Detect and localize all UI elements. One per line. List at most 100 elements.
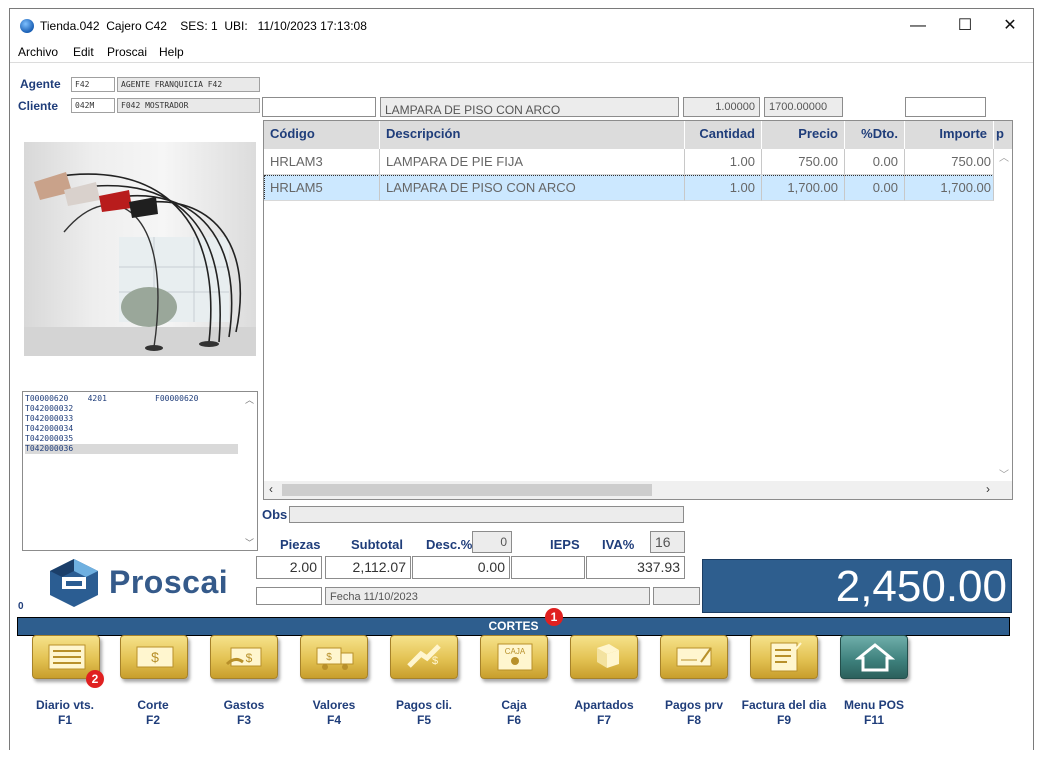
scroll-up-arrow-icon[interactable]: ︿ [245,393,254,406]
toolbar-label: Corte [137,698,169,712]
table-cell-descripcion[interactable]: LAMPARA DE PIE FIJA [380,149,685,175]
table-cell-importe[interactable]: 750.00 [905,149,994,175]
expense-icon: $ [225,647,262,667]
column-header-precio[interactable]: Precio [762,121,845,149]
item-code-input[interactable] [262,97,376,117]
floor-lamps-photo [24,172,256,356]
table-horizontal-scrollbar[interactable]: ‹ › [264,481,1012,499]
table-cell-dto[interactable]: 0.00 [845,149,905,175]
maximize-button[interactable]: ☐ [942,13,988,39]
cliente-code-field[interactable]: 042M [71,98,115,113]
pagos-prv-button[interactable] [660,635,728,679]
agente-code-field[interactable]: F42 [71,77,115,92]
gastos-button[interactable]: $ [210,635,278,679]
blank-field[interactable] [256,587,322,605]
invoice-icon [770,642,802,672]
iva-percent-field[interactable]: 16 [650,531,685,553]
table-cell-descripcion[interactable]: LAMPARA DE PISO CON ARCO [380,175,685,201]
column-header-codigo[interactable]: Código [264,121,380,149]
table-cell-cantidad[interactable]: 1.00 [685,175,762,201]
column-header-p[interactable]: p [994,121,1012,149]
menu-bar: Archivo Edit Proscai Help [10,42,1033,62]
column-header-descripcion[interactable]: Descripción [380,121,685,149]
subtotal-label: Subtotal [351,537,403,552]
ticket-list[interactable]: T00000620 4201 F00000620 T042000032 T042… [22,391,258,551]
cash-bill-icon: $ [136,646,174,668]
svg-text:$: $ [326,652,332,663]
toolbar-key: F11 [863,713,884,727]
factura-del-dia-label: Factura del dia F9 [739,698,829,728]
toolbar-key: F9 [776,713,791,727]
obs-field[interactable] [289,506,684,523]
counter-label: 0 [18,601,24,612]
menu-pos-button[interactable] [840,635,908,679]
column-header-cantidad[interactable]: Cantidad [685,121,762,149]
toolbar-key: F6 [506,713,521,727]
apartados-button[interactable] [570,635,638,679]
list-item-selected[interactable]: T042000036 [25,444,238,454]
cliente-name-field: F042 MOSTRADOR [117,98,260,113]
close-button[interactable]: ✕ [987,13,1033,39]
iva-label: IVA% [602,537,635,552]
cortes-section-bar: CORTES [17,617,1010,636]
valores-button[interactable]: $ [300,635,368,679]
minimize-button[interactable]: — [895,13,941,39]
pagos-cli-label: Pagos cli. F5 [379,698,469,728]
item-extra-input[interactable] [905,97,986,117]
svg-text:CAJA: CAJA [505,647,526,656]
menu-pos-label: Menu POS F11 [829,698,919,728]
menu-proscai[interactable]: Proscai [107,45,147,59]
scroll-down-arrow-icon[interactable]: ﹀ [999,466,1009,481]
diario-vts-label: Diario vts. F1 [20,698,110,728]
table-cell-codigo[interactable]: HRLAM3 [264,149,380,175]
horizontal-scroll-thumb[interactable] [282,484,652,496]
caja-button[interactable]: CAJA [480,635,548,679]
armored-truck-icon: $ [316,647,354,670]
svg-text:$: $ [151,649,159,665]
factura-del-dia-button[interactable] [750,635,818,679]
table-cell-precio[interactable]: 1,700.00 [762,175,845,201]
scroll-down-arrow-icon[interactable]: ﹀ [245,536,254,549]
toolbar-label: Pagos cli. [395,698,453,712]
item-quantity-field[interactable]: 1.00000 [683,97,760,117]
table-cell-cantidad[interactable]: 1.00 [685,149,762,175]
svg-text:$: $ [246,651,253,665]
table-cell-dto[interactable]: 0.00 [845,175,905,201]
sale-items-table: Código Descripción Cantidad Precio %Dto.… [263,120,1013,500]
table-cell-codigo[interactable]: HRLAM5 [264,175,380,201]
toolbar-label: Diario vts. [35,698,95,712]
toolbar-label: Valores [312,698,356,712]
ieps-label: IEPS [550,537,580,552]
scroll-right-arrow-icon[interactable]: › [986,482,990,496]
toolbar-label: Caja [501,698,527,712]
table-cell-importe[interactable]: 1,700.00 [905,175,994,201]
toolbar-key: F8 [686,713,701,727]
menu-help[interactable]: Help [159,45,184,59]
list-item[interactable]: T00000620 4201 F00000620 [25,394,238,404]
column-header-importe[interactable]: Importe [905,121,994,149]
list-item[interactable]: T042000034 [25,424,238,434]
journal-icon [48,644,86,670]
agente-label: Agente [20,77,61,91]
corte-button[interactable]: $ [120,635,188,679]
menu-archivo[interactable]: Archivo [18,45,58,59]
list-item[interactable]: T042000033 [25,414,238,424]
item-price-field[interactable]: 1700.00000 [764,97,843,117]
pagos-cli-button[interactable]: $ [390,635,458,679]
callout-badge-2: 2 [86,670,104,688]
table-vertical-scrollbar[interactable]: ︿ ﹀ [996,149,1012,481]
desc-percent-field[interactable]: 0 [472,531,512,553]
scroll-left-arrow-icon[interactable]: ‹ [269,482,273,496]
table-cell-precio[interactable]: 750.00 [762,149,845,175]
list-item[interactable]: T042000032 [25,404,238,414]
proscai-logo-icon [50,559,98,607]
toolbar-label: Menu POS [843,698,904,712]
toolbar-key: F2 [145,713,160,727]
pagos-prv-label: Pagos prv F8 [649,698,739,728]
list-item[interactable]: T042000035 [25,434,238,444]
title-bar: Tienda.042 Cajero C42 SES: 1 UBI: 11/10/… [10,9,1033,42]
scroll-up-arrow-icon[interactable]: ︿ [999,149,1009,164]
menu-edit[interactable]: Edit [73,45,94,59]
column-header-dto[interactable]: %Dto. [845,121,905,149]
subtotal-value: 2,112.07 [325,556,411,579]
